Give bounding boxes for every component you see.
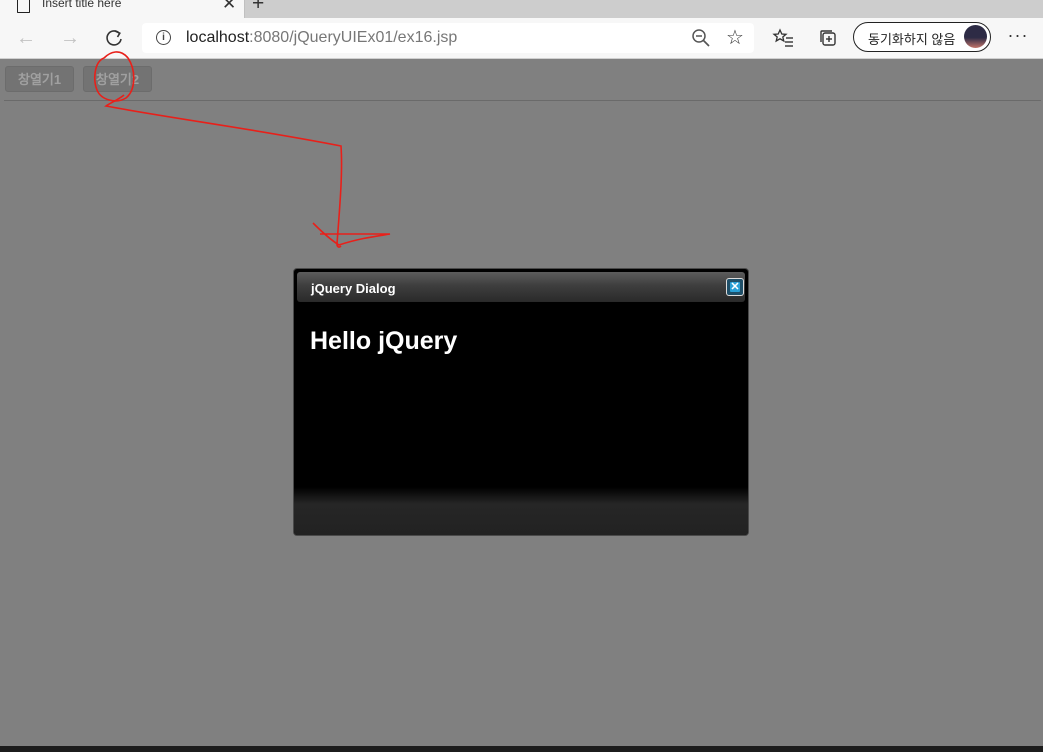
taskbar-strip [0, 746, 1043, 752]
red-annotation-arrow [94, 51, 391, 248]
